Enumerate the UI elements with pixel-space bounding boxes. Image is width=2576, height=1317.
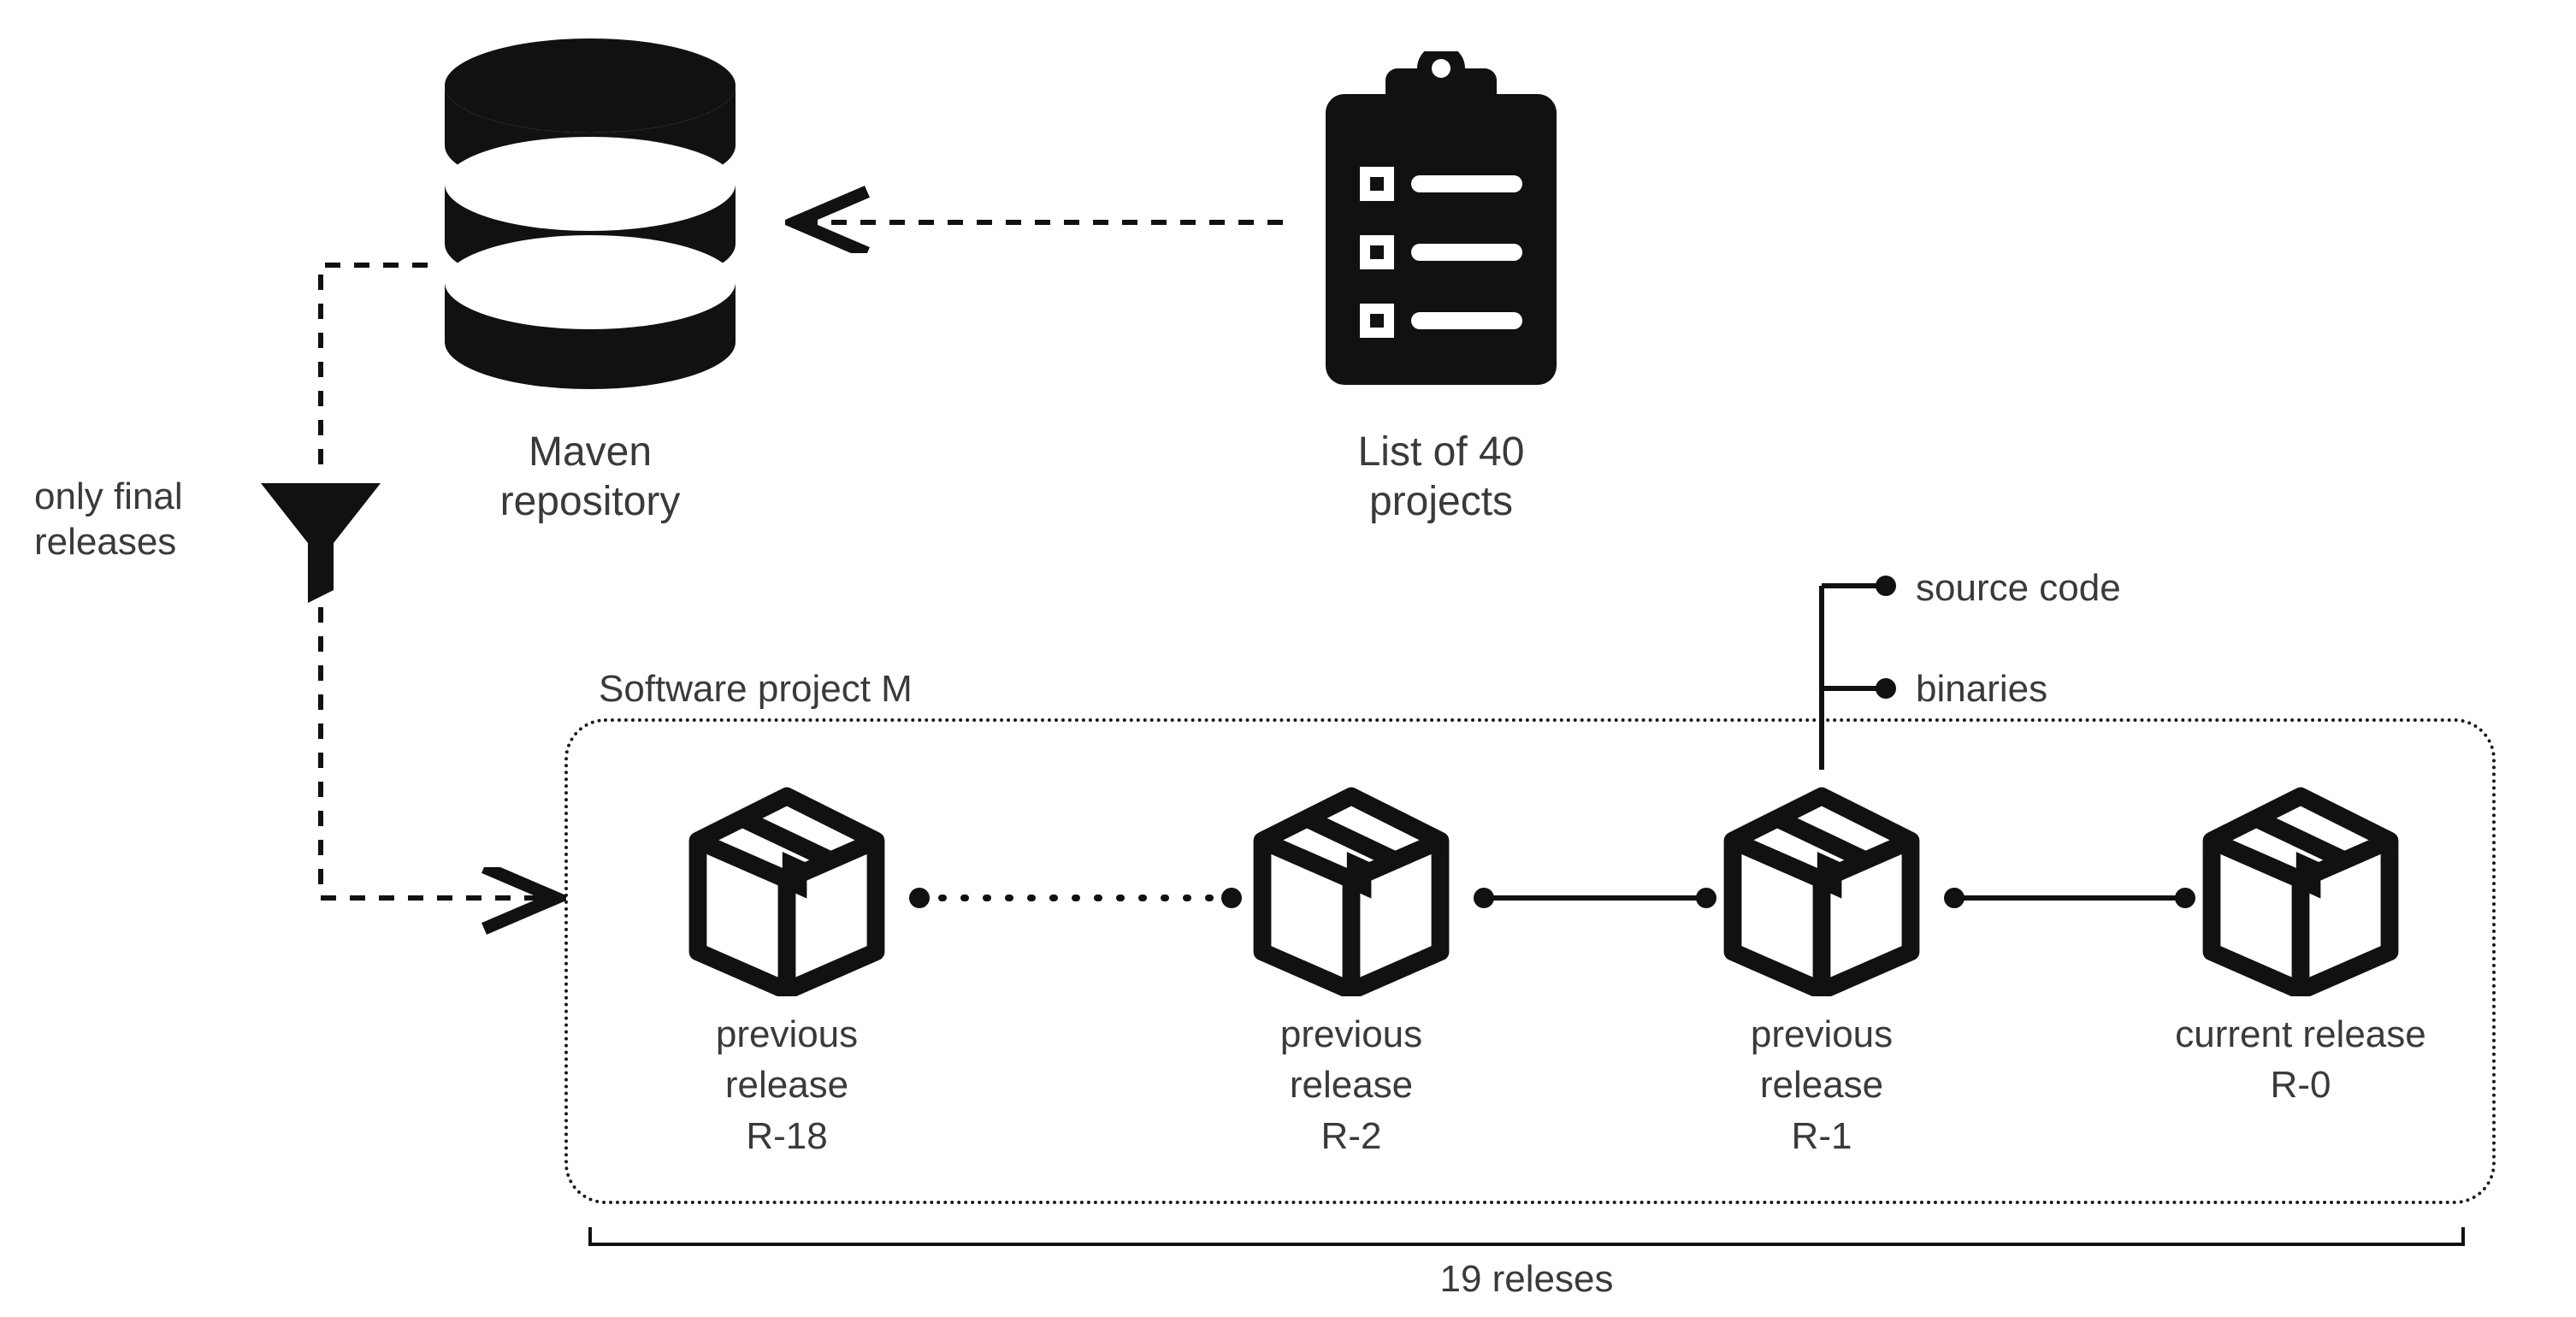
release-r0: current release R-0 bbox=[2172, 774, 2429, 1111]
bracket-label: 19 releses bbox=[564, 1257, 2489, 1302]
clipboard-label: List of 40 projects bbox=[1300, 428, 1582, 526]
database-icon bbox=[436, 34, 744, 398]
release-r1: previous release R-1 bbox=[1693, 774, 1950, 1161]
release-r2: previous release R-2 bbox=[1223, 774, 1480, 1161]
release-r18: previous release R-18 bbox=[659, 774, 915, 1161]
funnel-icon bbox=[257, 475, 385, 607]
arrow-db-to-filter bbox=[321, 265, 428, 475]
contents-source-code: source code bbox=[1916, 566, 2258, 611]
bracket-bottom bbox=[590, 1227, 2463, 1244]
database-label: Maven repository bbox=[419, 428, 761, 526]
clipboard-icon bbox=[1309, 51, 1574, 398]
project-title: Software project M bbox=[599, 667, 1043, 712]
filter-label: only final releases bbox=[34, 475, 248, 565]
contents-binaries: binaries bbox=[1916, 667, 2258, 712]
arrow-filter-to-project bbox=[321, 607, 556, 898]
